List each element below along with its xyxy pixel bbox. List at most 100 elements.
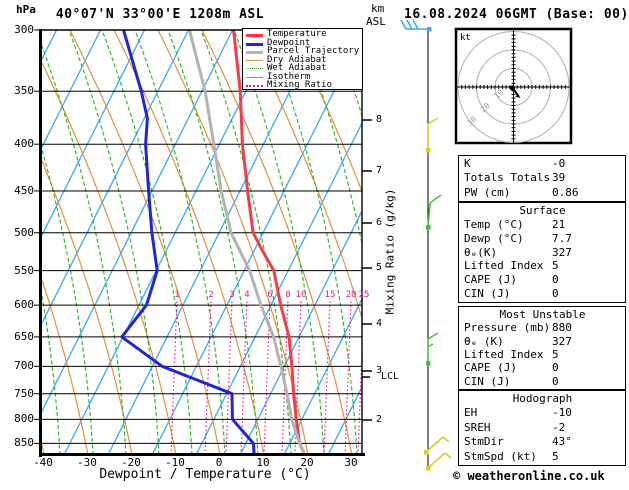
stat-label: CIN (J) [464,287,511,301]
pressure-tick-label: 850 [14,436,34,449]
mixing-ratio-axis-label: Mixing Ratio (g/kg) [383,188,397,315]
stats-box-header: Hodograph [512,392,573,405]
stat-value: -10 [552,406,572,420]
wind-barb-low-b [426,452,452,471]
skewt-sounding-page: hPa 40°07'N 33°00'E 1208m ASL km ASL 16.… [0,0,629,486]
legend-item: Mixing Ratio [246,81,362,90]
pressure-tick-label: 400 [14,137,34,150]
stat-label: CAPE (J) [464,273,517,287]
stat-label: SREH [464,420,491,434]
stat-label: StmDir [464,435,504,449]
pressure-tick-label: 700 [14,359,34,372]
stat-row: CAPE (J) 0 [464,273,621,287]
stat-value: -0 [552,157,566,170]
wind-barb-upper [400,19,432,32]
stat-value: 5 [552,449,559,463]
stat-row: StmDir 43° [464,435,621,449]
stat-label: Lifted Index [464,259,544,273]
temperature-tick-label: 30 [344,456,358,469]
stat-value: 5 [552,347,559,361]
stats-box-indices: K -0 Totals Totals 39 PW (cm) 0.86 [458,155,626,202]
stat-row: Pressure (mb) 880 [464,321,621,334]
stat-row: CIN (J) 0 [464,375,621,388]
stat-label: StmSpd (kt) [464,449,537,463]
legend-line-sample [246,81,263,89]
km-tick-label: 7 [376,165,383,176]
stat-label: PW (cm) [464,185,511,199]
hodograph-unit-label: kt [460,33,471,43]
stat-row: θₑ (K) 327 [464,335,621,348]
mixing-ratio-value-label: 3 [229,290,235,300]
pressure-tick-label: 650 [14,330,34,343]
stat-label: CIN (J) [464,374,511,388]
stats-box-most-unstable: Most Unstable Pressure (mb) 880 θₑ (K) 327 Li… [458,306,626,390]
mixing-ratio-value-label: 15 [324,290,336,300]
stat-row: StmSpd (kt) 5 [464,450,621,464]
stat-label: Totals Totals [464,171,551,185]
stat-value: 0 [552,374,559,388]
mixing-ratio-value-label: 4 [244,290,250,300]
stat-row: Lifted Index 5 [464,259,621,273]
stat-value: -2 [552,420,566,434]
stat-value: 5 [552,259,559,273]
km-tick-label: 2 [376,414,383,425]
temperature-tick-label: -40 [33,456,53,469]
legend-line-sample [246,73,263,81]
stats-box-surface: Surface Temp (°C) 21 Dewp (°C) 7.7 θₑ(K) 327 Li… [458,202,626,303]
stat-row: PW (cm) 0.86 [464,186,621,200]
stat-value: 7.7 [552,231,572,245]
stat-row: CIN (J) 0 [464,287,621,301]
stat-row: SREH -2 [464,421,621,435]
legend-item-label: Mixing Ratio [267,80,333,90]
mixing-ratio-value-label: 20 [345,290,357,300]
stat-row: Totals Totals 39 [464,171,621,185]
x-axis-title: Dewpoint / Temperature (°C) [99,467,311,482]
stat-value: 880 [552,321,572,335]
legend-box: Temperature Dewpoint Parcel Trajectory Dry … [242,28,363,90]
stat-label: Dewp (°C) [464,231,524,245]
stats-box-header: Most Unstable [499,308,586,321]
km-tick-label: 4 [376,318,383,329]
pressure-tick-label: 600 [14,298,34,311]
legend-line-sample [246,56,263,64]
stat-value: 43° [552,435,572,449]
mixing-ratio-value-label: 1 [174,290,180,300]
stat-label: K [464,157,471,170]
stat-row: θₑ(K) 327 [464,246,621,260]
km-tick-label: 8 [376,114,383,125]
stat-value: 0.86 [552,185,579,199]
stat-row: K -0 [464,157,621,171]
stat-value: 39 [552,171,566,185]
stat-label: θₑ(K) [464,245,498,259]
pressure-tick-label: 350 [14,84,34,97]
stat-row: EH -10 [464,406,621,420]
stat-value: 0 [552,273,559,287]
stat-label: Temp (°C) [464,217,524,231]
stat-label: EH [464,406,478,420]
mixing-ratio-value-label: 6 [267,290,273,300]
legend-line-sample [246,39,263,47]
pressure-tick-label: 750 [14,387,34,400]
copyright-text: © weatheronline.co.uk [453,469,605,483]
mixing-ratio-value-label: 2 [208,290,214,300]
km-tick-label: 5 [376,262,383,273]
mixing-ratio-value-label: 8 [285,290,291,300]
series-parcel-trajectory [188,30,307,454]
mixing-ratio-value-label: 10 [295,290,307,300]
stat-label: Pressure (mb) [464,321,551,335]
legend-line-sample [246,47,263,55]
stats-box-header: Surface [519,204,566,217]
stat-label: Lifted Index [464,347,544,361]
lcl-label: LCL [381,371,400,382]
stat-label: CAPE (J) [464,361,517,375]
stats-box-hodograph-stats: Hodograph EH -10 SREH -2 StmDir 43° StmSpd (kt)… [458,390,626,466]
mixing-ratio-value-label: 25 [358,290,370,300]
stat-value: 21 [552,217,566,231]
stat-value: 327 [552,245,572,259]
stat-label: θₑ (K) [464,334,504,348]
stat-row: Temp (°C) 21 [464,218,621,232]
stat-value: 0 [552,361,559,375]
legend-line-sample [246,64,263,72]
km-tick-label: 6 [376,217,383,228]
stat-row: Lifted Index 5 [464,348,621,361]
